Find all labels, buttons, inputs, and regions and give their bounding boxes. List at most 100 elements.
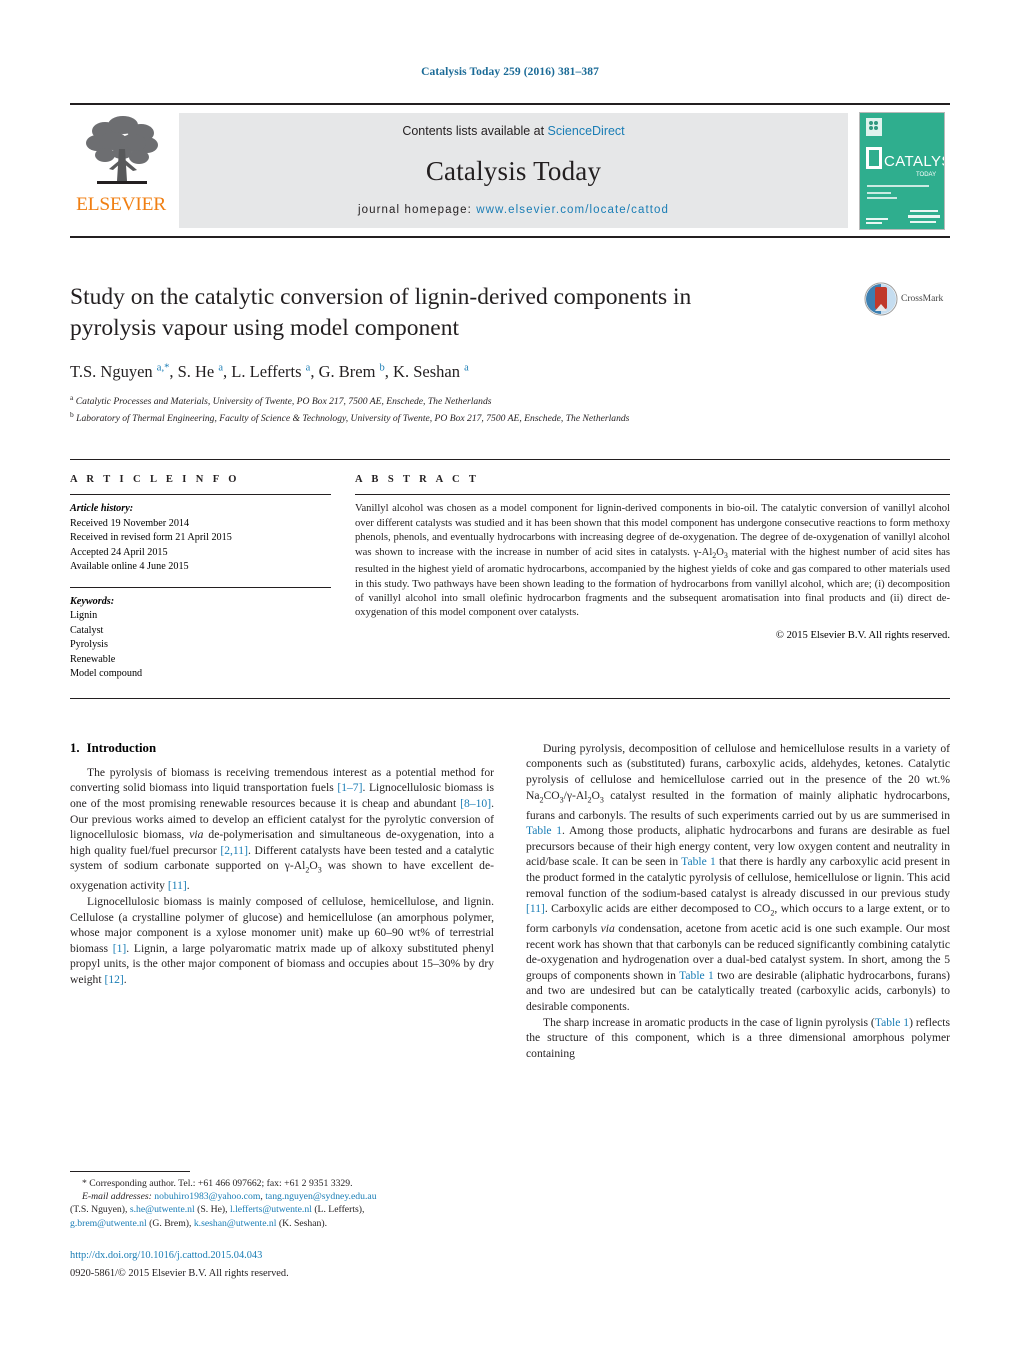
table-ref[interactable]: Table 1 <box>681 855 716 868</box>
paragraph: During pyrolysis, decomposition of cellu… <box>526 741 951 1013</box>
page-title: Study on the catalytic conversion of lig… <box>70 284 692 341</box>
email-link[interactable]: s.he@utwente.nl <box>130 1204 195 1215</box>
contents-list-line: Contents lists available at ScienceDirec… <box>402 124 624 138</box>
email-link[interactable]: g.brem@utwente.nl <box>70 1218 147 1229</box>
homepage-prefix: journal homepage: <box>357 204 477 216</box>
article-history-item: Received in revised form 21 April 2015 <box>70 532 232 544</box>
right-column: During pyrolysis, decomposition of cellu… <box>526 741 950 1281</box>
abstract-rule <box>355 494 950 496</box>
email-addresses-line: E-mail addresses: nobuhiro1983@yahoo.com… <box>70 1190 494 1203</box>
homepage-url-link[interactable]: www.elsevier.com/locate/cattod <box>476 204 669 216</box>
doi-link[interactable]: http://dx.doi.org/10.1016/j.cattod.2015.… <box>70 1249 494 1263</box>
citation-ref[interactable]: [11] <box>168 879 187 892</box>
section-title-text: Introduction <box>86 740 157 755</box>
citation-ref[interactable]: [11] <box>526 902 545 915</box>
abstract-column: A B S T R A C T Vanillyl alcohol was cho… <box>355 474 950 682</box>
affiliation-a: a Catalytic Processes and Materials, Uni… <box>70 391 950 408</box>
affiliation-list: a Catalytic Processes and Materials, Uni… <box>70 391 950 425</box>
crossmark-icon <box>864 282 898 316</box>
keyword-item: Renewable <box>70 653 116 665</box>
contents-prefix: Contents lists available at <box>402 124 548 138</box>
doi-block: http://dx.doi.org/10.1016/j.cattod.2015.… <box>70 1249 494 1281</box>
email-link[interactable]: l.lefferts@utwente.nl <box>230 1204 312 1215</box>
crossmark-label: CrossMark <box>901 294 944 304</box>
author-affil-marker: a,* <box>156 362 170 374</box>
abstract-text: Vanillyl alcohol was chosen as a model c… <box>355 503 950 619</box>
svg-text:CATALYSIS: CATALYSIS <box>884 153 944 170</box>
author-list: T.S. Nguyen a,*, S. He a, L. Lefferts a,… <box>70 362 469 381</box>
citation-ref[interactable]: [1] <box>113 942 127 955</box>
journal-article-page: Catalysis Today 259 (2016) 381–387 ELSEV… <box>0 0 1020 1351</box>
keywords-label: Keywords: <box>70 595 115 607</box>
keyword-item: Lignin <box>70 610 98 622</box>
author-affil-marker: b <box>379 362 385 374</box>
table-ref[interactable]: Table 1 <box>679 969 714 982</box>
keywords-rule <box>70 586 331 588</box>
keywords-block: Keywords: Lignin Catalyst Pyrolysis Rene… <box>70 586 331 682</box>
affil-marker-b: b <box>70 410 74 420</box>
cover-artwork-icon: CATALYSIS TODAY <box>860 112 944 229</box>
running-head: Catalysis Today 259 (2016) 381–387 <box>421 66 599 78</box>
abstract-copyright: © 2015 Elsevier B.V. All rights reserved… <box>775 629 950 641</box>
abstract-heading: A B S T R A C T <box>355 474 480 486</box>
citation-ref[interactable]: [8–10] <box>460 797 491 810</box>
table-ref[interactable]: Table 1 <box>526 824 562 837</box>
email-owner: (G. Brem), <box>146 1217 194 1229</box>
affiliation-b: b Laboratory of Thermal Engineering, Fac… <box>70 408 950 425</box>
article-info-column: A R T I C L E I N F O Article history: R… <box>70 474 355 682</box>
footnote-block: * Corresponding author. Tel.: +61 466 09… <box>70 1171 494 1281</box>
email-owner: (S. He), <box>194 1204 230 1216</box>
author-affil-marker: a <box>305 362 311 374</box>
section-number: 1. <box>70 740 80 755</box>
journal-title: Catalysis Today <box>425 155 602 186</box>
issn-copyright-line: 0920-5861/© 2015 Elsevier B.V. All right… <box>70 1267 289 1279</box>
keyword-item: Pyrolysis <box>70 639 108 651</box>
paragraph: The pyrolysis of biomass is receiving tr… <box>70 765 495 893</box>
email-link[interactable]: tang.nguyen@sydney.edu.au <box>265 1191 376 1202</box>
title-block: Study on the catalytic conversion of lig… <box>70 282 950 425</box>
journal-cover-image: CATALYSIS TODAY <box>859 111 945 230</box>
section-heading-introduction: 1. Introduction <box>70 741 494 756</box>
article-history-item: Received 19 November 2014 <box>70 517 190 529</box>
email-owner: (T.S. Nguyen), <box>70 1204 130 1216</box>
paragraph: The sharp increase in aromatic products … <box>526 1015 950 1060</box>
email-link[interactable]: k.seshan@utwente.nl <box>194 1218 277 1229</box>
masthead-center: Contents lists available at ScienceDirec… <box>179 113 848 228</box>
email-owner: (K. Seshan). <box>276 1217 328 1229</box>
crossmark-badge[interactable]: CrossMark <box>864 282 950 316</box>
email-link[interactable]: nobuhiro1983@yahoo.com <box>154 1191 260 1202</box>
author-affil-marker: a <box>464 362 469 374</box>
citation-ref[interactable]: [2,11] <box>220 844 248 857</box>
article-info-rule <box>70 494 331 496</box>
footnote-rule <box>70 1171 190 1173</box>
elsevier-logo: ELSEVIER <box>70 105 173 236</box>
info-abstract-band: A R T I C L E I N F O Article history: R… <box>70 459 950 699</box>
affiliation-b-text: Laboratory of Thermal Engineering, Facul… <box>76 413 630 425</box>
article-history-item: Accepted 24 April 2015 <box>70 546 168 558</box>
article-history-item: Available online 4 June 2015 <box>70 561 189 573</box>
article-info-heading: A R T I C L E I N F O <box>70 474 240 486</box>
journal-cover-thumbnail[interactable]: CATALYSIS TODAY <box>854 105 950 236</box>
elsevier-wordmark: ELSEVIER <box>76 194 167 215</box>
keyword-item: Model compound <box>70 668 143 680</box>
journal-homepage-line: journal homepage: www.elsevier.com/locat… <box>358 204 669 216</box>
article-history-label: Article history: <box>70 503 134 515</box>
svg-text:TODAY: TODAY <box>916 172 936 178</box>
email-owners-line: (T.S. Nguyen), s.he@utwente.nl (S. He), … <box>70 1203 494 1216</box>
sciencedirect-link[interactable]: ScienceDirect <box>548 124 625 138</box>
journal-masthead: ELSEVIER Contents lists available at Sci… <box>70 103 950 238</box>
elsevier-tree-icon <box>85 116 158 184</box>
affil-marker-a: a <box>70 393 74 402</box>
author-affil-marker: a <box>218 362 224 374</box>
citation-ref[interactable]: [12] <box>104 973 123 986</box>
keyword-item: Catalyst <box>70 624 104 636</box>
table-ref[interactable]: Table 1 <box>875 1016 909 1029</box>
email-owner: (L. Lefferts), <box>311 1204 365 1216</box>
email-owners-line: g.brem@utwente.nl (G. Brem), k.seshan@ut… <box>70 1217 494 1230</box>
paragraph: Lignocellulosic biomass is mainly compos… <box>70 894 494 986</box>
left-column: 1. Introduction The pyrolysis of biomass … <box>70 741 494 1281</box>
email-addresses-label: E-mail addresses: <box>82 1191 152 1203</box>
affiliation-a-text: Catalytic Processes and Materials, Unive… <box>75 396 492 408</box>
corresponding-author-note: * Corresponding author. Tel.: +61 466 09… <box>82 1178 353 1190</box>
citation-ref[interactable]: [1–7] <box>337 781 362 794</box>
